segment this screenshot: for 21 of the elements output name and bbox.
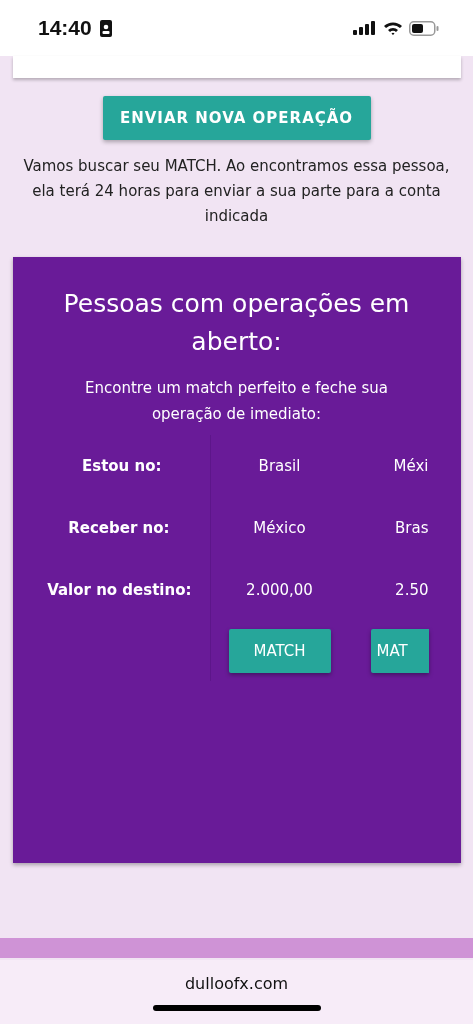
offer-value: Bras <box>395 519 429 537</box>
offer-value: 2.50 <box>395 581 429 599</box>
status-time: 14:40 <box>38 16 92 40</box>
match-button[interactable]: MAT <box>370 629 429 673</box>
offer-value: 2.000,00 <box>246 581 313 599</box>
offer-value: Méxi <box>393 457 429 475</box>
row-label: Estou no: <box>81 457 162 475</box>
battery-icon <box>409 20 439 36</box>
row-label: Valor no destino: <box>47 581 192 599</box>
signal-icon <box>353 21 377 35</box>
id-card-icon <box>99 19 112 37</box>
offer-value: México <box>253 519 306 537</box>
offer-value: Brasil <box>258 457 301 475</box>
url-text: dulloofx.com <box>184 974 289 993</box>
match-button[interactable]: MATCH <box>228 629 331 673</box>
card-title: Pessoas com operações em aberto: <box>62 288 411 358</box>
send-operation-button[interactable]: ENVIAR NOVA OPERAÇÃO <box>102 96 371 140</box>
row-label: Receber no: <box>68 519 170 537</box>
wifi-icon <box>383 21 403 35</box>
info-text: Vamos buscar seu MATCH. Ao encontramos essa pessoa, ela terá 24 horas para enviar a sua parte para a conta indicada <box>22 156 451 227</box>
card-subtitle: Encontre um match perfeito e feche sua operação de imediato: <box>84 378 389 425</box>
